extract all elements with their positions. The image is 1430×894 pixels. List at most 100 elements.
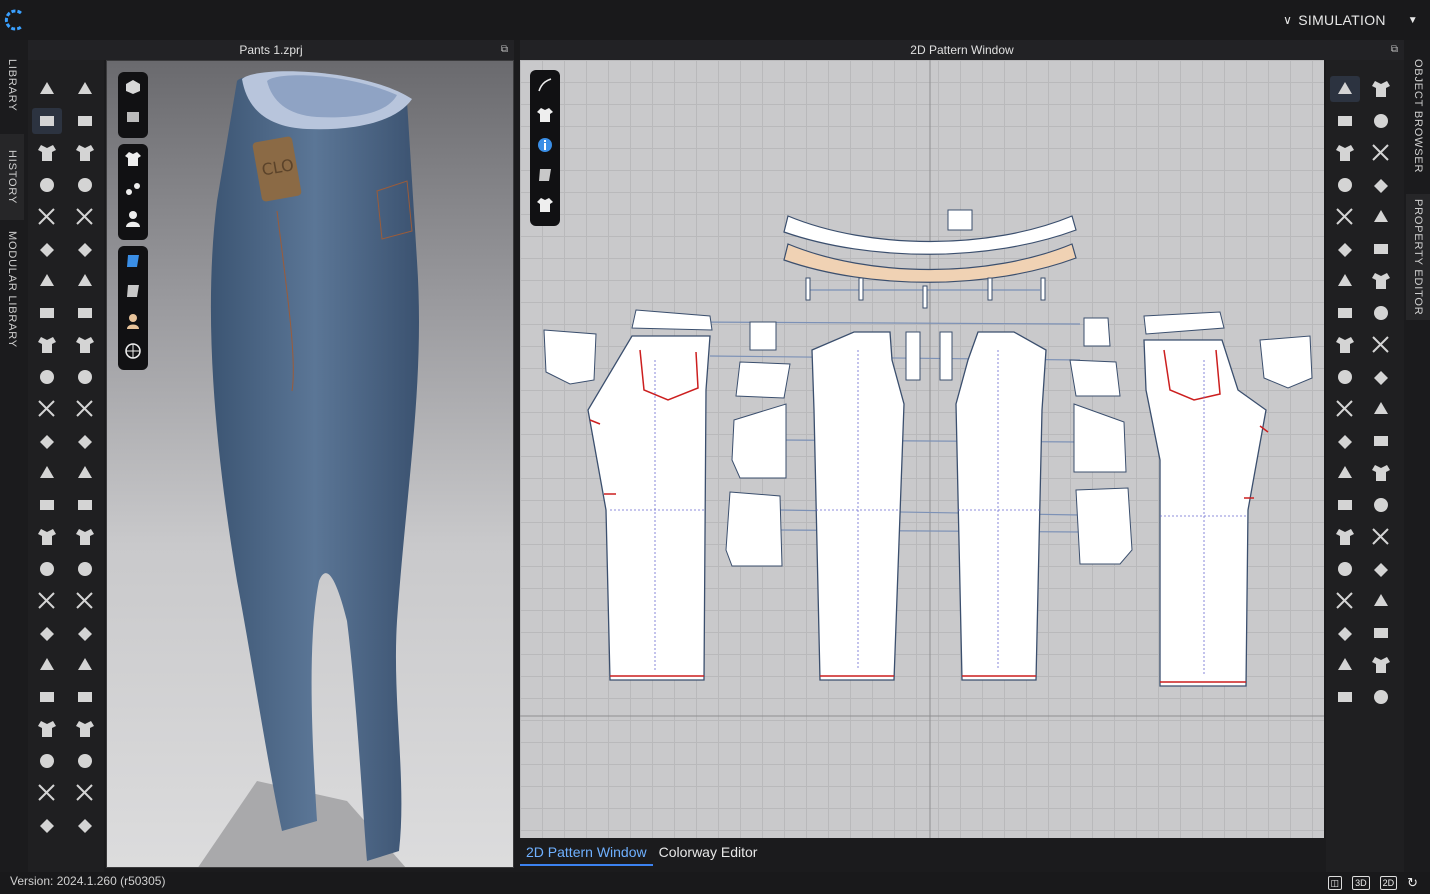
shirt-icon[interactable]: [530, 100, 560, 130]
tab-history[interactable]: HISTORY: [0, 134, 24, 220]
avatar-tool-button[interactable]: [70, 460, 100, 486]
button-tool-button[interactable]: [70, 108, 100, 134]
circle-tool-button[interactable]: [1366, 556, 1396, 582]
pen-tool-button[interactable]: [32, 652, 62, 678]
arrange-tool-button[interactable]: [32, 524, 62, 550]
ironing-tool-button[interactable]: [1366, 396, 1396, 422]
stitch-tool-button[interactable]: [70, 588, 100, 614]
shirt-lock-icon[interactable]: [530, 190, 560, 220]
shirt-icon[interactable]: [118, 144, 148, 174]
garment-tool-button[interactable]: [70, 428, 100, 454]
dart-tool-button[interactable]: [1366, 620, 1396, 646]
button-tool-button[interactable]: [32, 364, 62, 390]
fold-tool-button[interactable]: [70, 492, 100, 518]
fold-tool-button[interactable]: [32, 236, 62, 262]
select-tool-button[interactable]: [32, 588, 62, 614]
internal-line-tool-button[interactable]: [1366, 76, 1396, 102]
arrange-tool-button[interactable]: [70, 780, 100, 806]
polygon-tool-button[interactable]: [1366, 492, 1396, 518]
button-tool-button[interactable]: [70, 620, 100, 646]
garment-tool-button[interactable]: [32, 172, 62, 198]
trace-tool-button[interactable]: [1330, 428, 1360, 454]
ruler-tool-button[interactable]: [1366, 364, 1396, 390]
rectangle-tool-button[interactable]: [1330, 652, 1360, 678]
zipper-tool-button[interactable]: [70, 140, 100, 166]
rectangle-tool-button[interactable]: [1366, 524, 1396, 550]
pen-curve-icon[interactable]: [530, 70, 560, 100]
pattern-window-2d[interactable]: [520, 60, 1324, 838]
grain-tool-button[interactable]: [1366, 428, 1396, 454]
dart-tool-button[interactable]: [1330, 236, 1360, 262]
polygon-tool-button[interactable]: [1330, 108, 1360, 134]
avatar-tool-button[interactable]: [32, 716, 62, 742]
internal-line-tool-button[interactable]: [1366, 588, 1396, 614]
avatar-skin-icon[interactable]: [118, 306, 148, 336]
shirring-tool-button[interactable]: [32, 492, 62, 518]
pin-tool-button[interactable]: [32, 780, 62, 806]
shirring-tool-button[interactable]: [70, 748, 100, 774]
cube-icon[interactable]: [118, 72, 148, 102]
fold-tool-button[interactable]: [32, 748, 62, 774]
pen-tool-button[interactable]: [70, 396, 100, 422]
fabric-grey-icon[interactable]: [118, 276, 148, 306]
grading-tool-button[interactable]: [1366, 236, 1396, 262]
notch-tool-button[interactable]: [1366, 652, 1396, 678]
fold-tool-button[interactable]: [1366, 204, 1396, 230]
text-tool-button[interactable]: [1330, 396, 1360, 422]
select-tool-button[interactable]: [70, 332, 100, 358]
tape-tool-button[interactable]: [32, 428, 62, 454]
garment-texture-icon[interactable]: [118, 102, 148, 132]
zipper-tool-button[interactable]: [32, 396, 62, 422]
edit-pattern-tool-button[interactable]: [1330, 76, 1360, 102]
edit-pattern-tool-button[interactable]: [1366, 460, 1396, 486]
transform-tool-button[interactable]: [32, 620, 62, 646]
circle-tool-button[interactable]: [1330, 684, 1360, 710]
fabric-tool-button[interactable]: [32, 556, 62, 582]
stitch-tool-button[interactable]: [32, 332, 62, 358]
measure-tool-button[interactable]: [70, 204, 100, 230]
garment-tool-button[interactable]: [32, 684, 62, 710]
tape-tool-button[interactable]: [70, 684, 100, 710]
pin-tool-button[interactable]: [70, 524, 100, 550]
seam-allowance-tool-button[interactable]: [1366, 684, 1396, 710]
3d-view-icon[interactable]: 3D: [1352, 876, 1370, 890]
viewport-3d[interactable]: CLO: [106, 60, 514, 868]
popout-icon[interactable]: ⧉: [501, 40, 508, 60]
tab-2d-pattern-window[interactable]: 2D Pattern Window: [520, 838, 653, 866]
tape-tool-button[interactable]: [70, 172, 100, 198]
fold-tool-button[interactable]: [1330, 332, 1360, 358]
fabric-tool-button[interactable]: [70, 300, 100, 326]
transform-tool-button[interactable]: [32, 108, 62, 134]
zipper-tool-button[interactable]: [70, 652, 100, 678]
stitch-tool-button[interactable]: [70, 76, 100, 102]
globe-icon[interactable]: [118, 336, 148, 366]
seam-allowance-tool-button[interactable]: [1330, 300, 1360, 326]
internal-line-tool-button[interactable]: [1330, 204, 1360, 230]
fabric-tool-button[interactable]: [70, 812, 100, 838]
notch-tool-button[interactable]: [1330, 268, 1360, 294]
shirring-tool-button[interactable]: [70, 236, 100, 262]
tab-colorway-editor[interactable]: Colorway Editor: [653, 838, 764, 866]
grain-tool-button[interactable]: [1330, 556, 1360, 582]
notch-tool-button[interactable]: [1366, 140, 1396, 166]
sew-tool-button[interactable]: [1366, 332, 1396, 358]
info-icon[interactable]: [530, 130, 560, 160]
fabric-grey-icon[interactable]: [530, 160, 560, 190]
seam-allowance-tool-button[interactable]: [1366, 172, 1396, 198]
arrange-tool-button[interactable]: [70, 268, 100, 294]
avatar-icon[interactable]: [118, 204, 148, 234]
ruler-tool-button[interactable]: [1330, 492, 1360, 518]
sew-tool-button[interactable]: [1330, 460, 1360, 486]
text-tool-button[interactable]: [1366, 268, 1396, 294]
tab-object-browser[interactable]: OBJECT BROWSER: [1406, 56, 1430, 176]
polygon-tool-button[interactable]: [1330, 620, 1360, 646]
grading-tool-button[interactable]: [1330, 364, 1360, 390]
2d-view-icon[interactable]: 2D: [1379, 876, 1398, 890]
edit-pattern-tool-button[interactable]: [1330, 588, 1360, 614]
sew-tool-button[interactable]: [32, 300, 62, 326]
dropdown-caret-icon[interactable]: ▼: [1408, 15, 1418, 26]
pin-tool-button[interactable]: [32, 268, 62, 294]
trace-tool-button[interactable]: [1366, 300, 1396, 326]
pen-tool-button[interactable]: [32, 140, 62, 166]
split-view-icon[interactable]: ◫: [1327, 876, 1343, 890]
